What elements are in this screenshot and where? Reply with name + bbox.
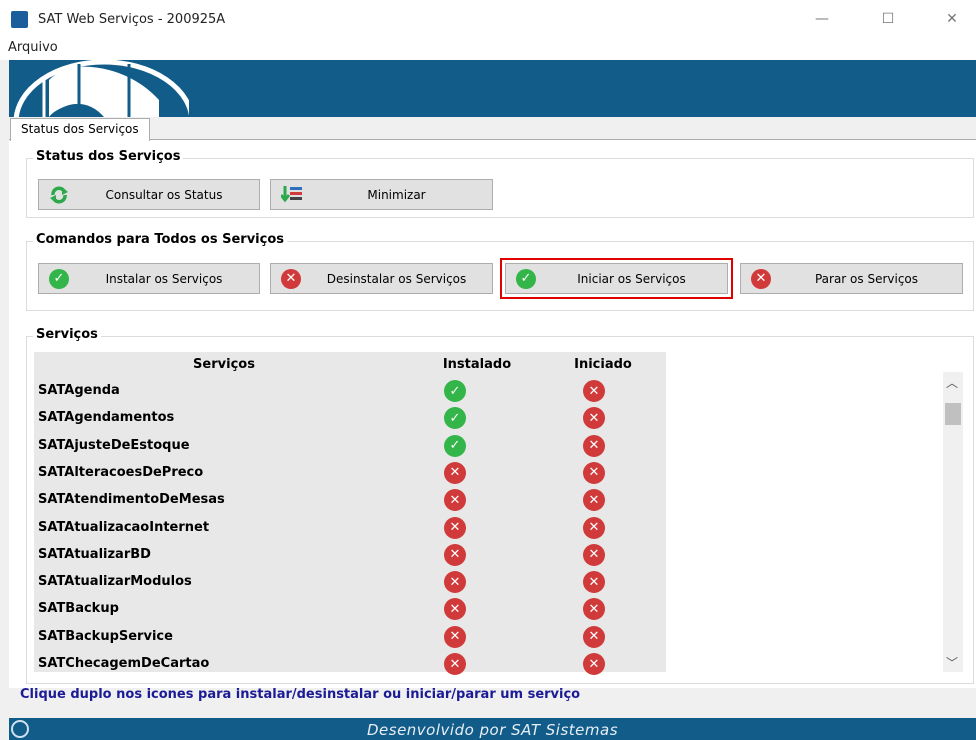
x-icon: ✕	[751, 268, 771, 289]
check-icon: ✓	[49, 268, 69, 289]
column-header-iniciado[interactable]: Iniciado	[540, 352, 666, 378]
tab-status-servicos[interactable]: Status dos Serviços	[10, 118, 150, 141]
table-row[interactable]: SATAgenda ✓ ✕	[26, 378, 666, 405]
table-row[interactable]: SATBackupService ✕ ✕	[26, 624, 666, 651]
service-name: SATAgenda	[38, 383, 120, 398]
scroll-down-icon[interactable]: ﹀	[946, 654, 958, 671]
hint-text: Clique duplo nos icones para instalar/de…	[20, 687, 581, 702]
x-icon[interactable]: ✕	[444, 489, 466, 512]
desinstalar-servicos-button[interactable]: ✕ Desinstalar os Serviços	[270, 263, 493, 294]
check-icon[interactable]: ✓	[444, 434, 466, 457]
service-name: SATAjusteDeEstoque	[38, 437, 190, 453]
close-window-button[interactable]: ✕	[930, 4, 974, 34]
maximize-window-button[interactable]: ☐	[866, 4, 910, 34]
minimizar-button[interactable]: Minimizar	[270, 179, 493, 210]
table-row[interactable]: SATChecagemDeCartao ✕ ✕	[26, 651, 666, 678]
header-banner	[9, 60, 976, 117]
service-name: SATBackup	[38, 601, 119, 617]
scroll-up-icon[interactable]: ︿	[946, 374, 958, 391]
parar-servicos-button[interactable]: ✕ Parar os Serviços	[740, 263, 963, 294]
x-icon[interactable]: ✕	[583, 653, 605, 675]
x-icon[interactable]: ✕	[583, 434, 605, 457]
x-icon[interactable]: ✕	[583, 461, 605, 484]
consultar-status-button[interactable]: Consultar os Status	[38, 179, 260, 210]
column-header-instalado[interactable]: Instalado	[414, 352, 540, 378]
service-name: SATAtualizacaoInternet	[38, 519, 210, 535]
button-label: Minimizar	[367, 187, 426, 202]
table-row[interactable]: SATAgendamentos ✓ ✕	[26, 405, 666, 432]
table-row[interactable]: SATAtualizarBD ✕ ✕	[26, 542, 666, 569]
x-icon[interactable]: ✕	[444, 598, 466, 621]
window-title: SAT Web Serviços - 200925A	[38, 12, 226, 27]
button-label: Desinstalar os Serviços	[326, 271, 467, 286]
check-icon[interactable]: ✓	[444, 407, 466, 430]
x-icon[interactable]: ✕	[583, 598, 605, 621]
x-icon[interactable]: ✕	[444, 653, 466, 675]
button-label: Parar os Serviços	[814, 271, 919, 286]
x-icon[interactable]: ✕	[583, 516, 605, 539]
x-icon[interactable]: ✕	[583, 407, 605, 430]
app-icon	[11, 11, 28, 28]
x-icon[interactable]: ✕	[583, 489, 605, 512]
table-row[interactable]: SATBackup ✕ ✕	[26, 596, 666, 623]
footer-text: Desenvolvido por SAT Sistemas	[366, 721, 619, 739]
button-label: Consultar os Status	[105, 187, 223, 202]
service-name: SATAlteracoesDePreco	[38, 464, 204, 480]
x-icon[interactable]: ✕	[444, 625, 466, 648]
minimize-window-button[interactable]: —	[800, 4, 844, 34]
service-name: SATBackupService	[38, 628, 173, 644]
minimize-app-icon	[279, 185, 302, 205]
x-icon[interactable]: ✕	[583, 571, 605, 594]
table-row[interactable]: SATAtendimentoDeMesas ✕ ✕	[26, 487, 666, 514]
group-title: Comandos para Todos os Serviços	[33, 232, 287, 247]
column-header-servicos[interactable]: Serviços	[34, 352, 414, 378]
globe-logo-icon	[13, 60, 195, 117]
group-title: Status dos Serviços	[33, 149, 184, 164]
service-name: SATAtendimentoDeMesas	[38, 492, 225, 508]
x-icon[interactable]: ✕	[444, 543, 466, 566]
table-row[interactable]: SATAtualizacaoInternet ✕ ✕	[26, 515, 666, 542]
refresh-icon	[49, 185, 69, 205]
table-row[interactable]: SATAjusteDeEstoque ✓ ✕	[26, 433, 666, 460]
button-label: Instalar os Serviços	[105, 271, 223, 286]
service-name: SATChecagemDeCartao	[38, 656, 210, 671]
scroll-thumb[interactable]	[945, 403, 961, 425]
menu-bar	[0, 38, 976, 60]
x-icon: ✕	[281, 268, 301, 289]
service-name: SATAtualizarBD	[38, 546, 151, 562]
group-title: Serviços	[33, 327, 101, 342]
check-icon: ✓	[516, 268, 536, 289]
table-row[interactable]: SATAlteracoesDePreco ✕ ✕	[26, 460, 666, 487]
x-icon[interactable]: ✕	[583, 625, 605, 648]
x-icon[interactable]: ✕	[583, 543, 605, 566]
menu-item-arquivo[interactable]: Arquivo	[8, 40, 58, 55]
button-label: Iniciar os Serviços	[577, 271, 686, 286]
x-icon[interactable]: ✕	[444, 516, 466, 539]
iniciar-servicos-button[interactable]: ✓ Iniciar os Serviços	[500, 258, 733, 299]
x-icon[interactable]: ✕	[444, 571, 466, 594]
service-name: SATAtualizarModulos	[38, 574, 192, 590]
table-row[interactable]: SATAtualizarModulos ✕ ✕	[26, 569, 666, 596]
service-name: SATAgendamentos	[38, 410, 175, 426]
instalar-servicos-button[interactable]: ✓ Instalar os Serviços	[38, 263, 260, 294]
check-icon[interactable]: ✓	[444, 380, 466, 402]
x-icon[interactable]: ✕	[583, 380, 605, 402]
x-icon[interactable]: ✕	[444, 461, 466, 484]
